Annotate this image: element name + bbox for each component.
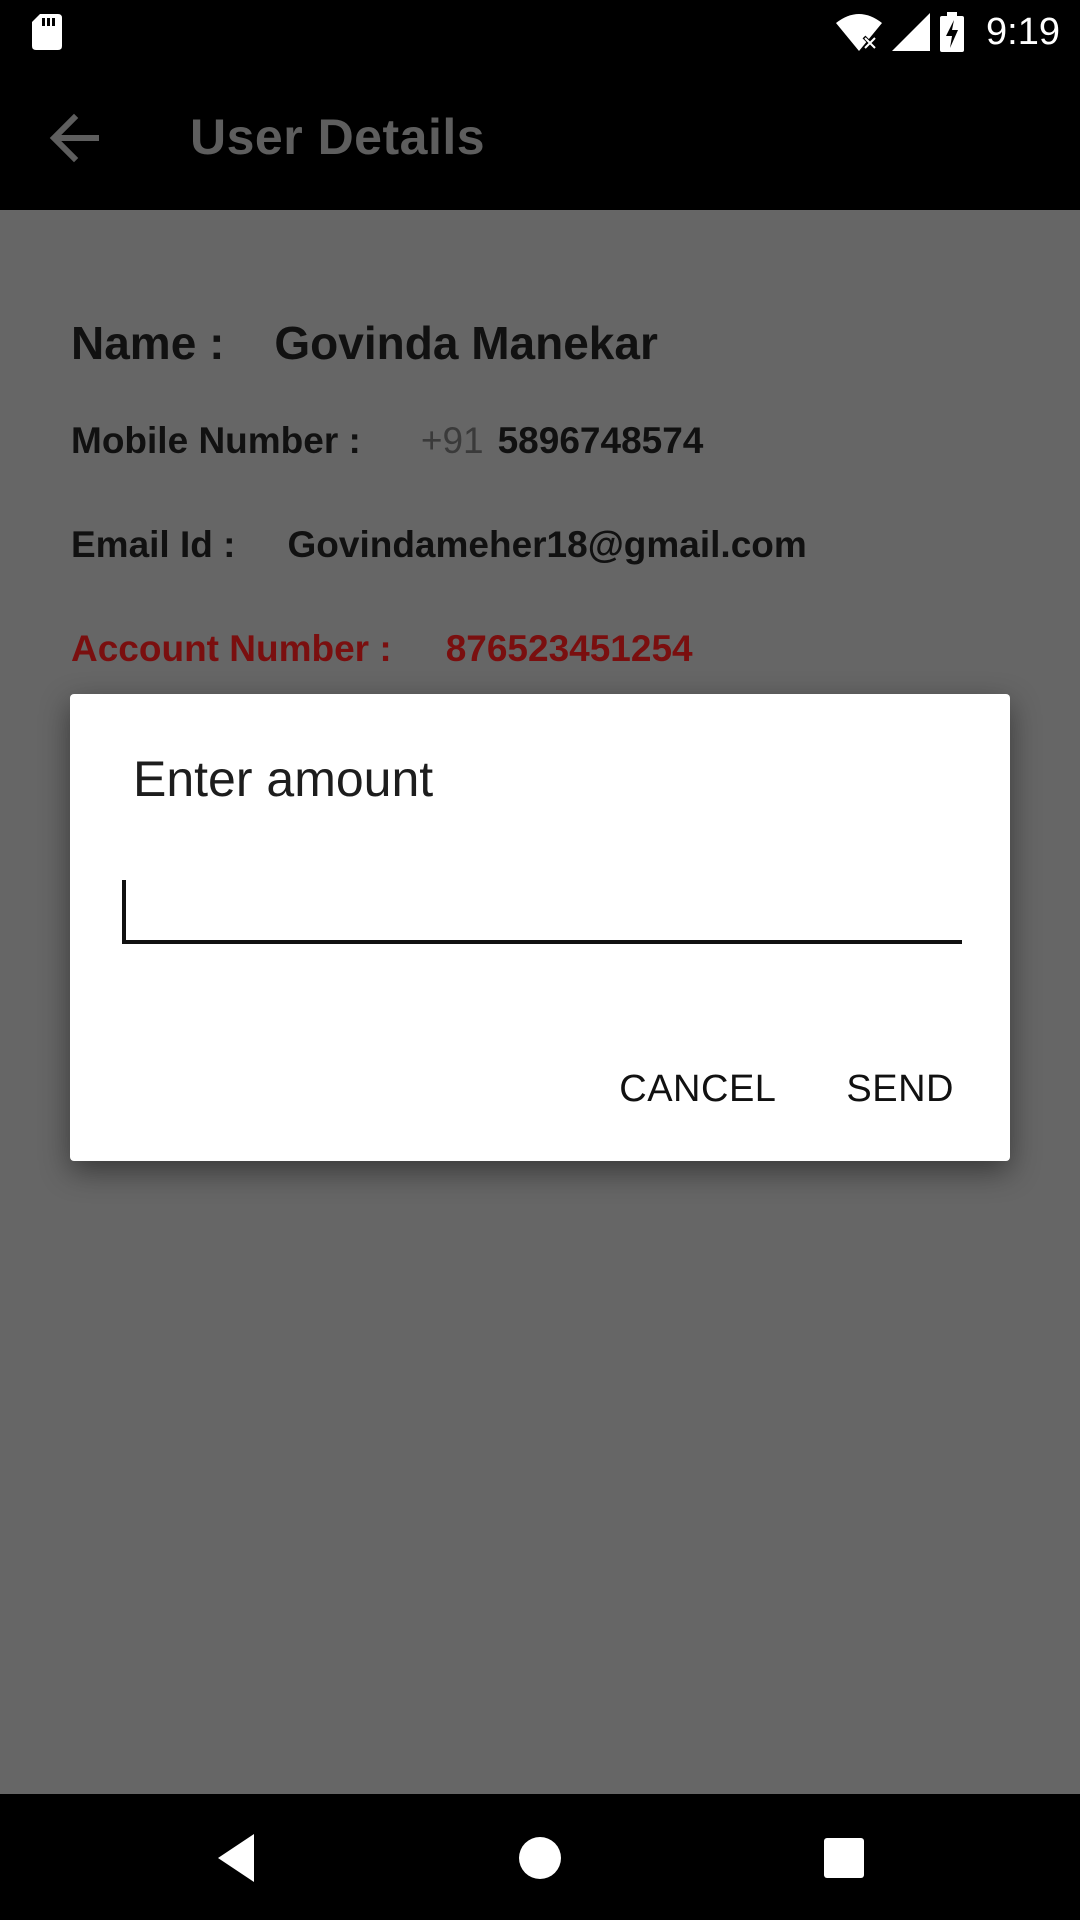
text-cursor — [122, 880, 126, 942]
nav-back-icon[interactable] — [210, 1830, 266, 1886]
email-value: Govindameher18@gmail.com — [287, 524, 807, 565]
name-row: Name : Govinda Manekar — [71, 316, 658, 370]
cancel-button[interactable]: CANCEL — [619, 1068, 776, 1111]
mobile-label: Mobile Number : — [71, 420, 361, 461]
nav-recents-icon[interactable] — [816, 1830, 872, 1886]
amount-input[interactable] — [122, 874, 962, 944]
enter-amount-dialog: Enter amount CANCEL SEND — [70, 694, 1010, 1161]
account-label: Account Number : — [71, 628, 392, 669]
app-bar: User Details — [0, 64, 1080, 210]
screen: 9:19 User Details Name : Govinda Manekar … — [0, 0, 1080, 1920]
name-value: Govinda Manekar — [274, 317, 658, 369]
status-bar: 9:19 — [0, 0, 1080, 64]
navigation-bar — [0, 1794, 1080, 1920]
page-title: User Details — [190, 109, 486, 165]
back-arrow-icon[interactable] — [44, 110, 104, 166]
cell-signal-icon — [892, 13, 931, 51]
send-button[interactable]: SEND — [846, 1068, 954, 1111]
dialog-actions: CANCEL SEND — [619, 1068, 954, 1111]
sd-card-icon — [32, 14, 62, 50]
name-label: Name : — [71, 317, 225, 369]
status-time: 9:19 — [986, 10, 1060, 53]
mobile-value: 5896748574 — [497, 420, 704, 461]
email-label: Email Id : — [71, 524, 236, 565]
wifi-off-icon — [836, 14, 883, 51]
mobile-row: Mobile Number : +91 5896748574 — [71, 420, 703, 462]
account-value: 876523451254 — [445, 628, 693, 669]
account-row: Account Number : 876523451254 — [71, 628, 693, 670]
battery-charging-icon — [940, 12, 965, 52]
nav-home-icon[interactable] — [512, 1830, 568, 1886]
mobile-prefix: +91 — [420, 420, 484, 461]
email-row: Email Id : Govindameher18@gmail.com — [71, 524, 807, 566]
dialog-title: Enter amount — [133, 751, 434, 807]
status-icons: 9:19 — [836, 8, 1060, 56]
